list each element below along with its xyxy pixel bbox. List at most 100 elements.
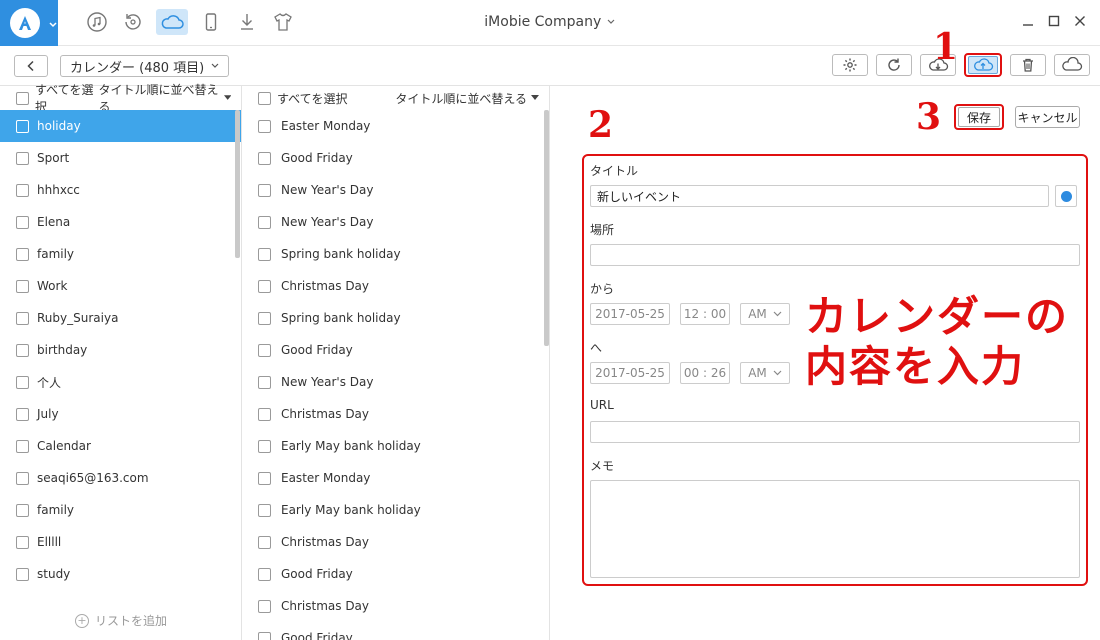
select-all-checkbox[interactable] [16, 91, 29, 105]
event-checkbox[interactable] [258, 151, 271, 165]
calendar-list-item[interactable]: family [0, 238, 241, 270]
event-list-item[interactable]: Spring bank holiday [242, 238, 549, 270]
device-name: iMobie Company [484, 14, 602, 30]
close-button[interactable] [1074, 14, 1086, 28]
calendar-list-item[interactable]: Elllll [0, 526, 241, 558]
memo-textarea[interactable] [590, 480, 1080, 578]
event-list-item[interactable]: New Year's Day [242, 366, 549, 398]
calendar-checkbox[interactable] [16, 151, 29, 165]
event-checkbox[interactable] [258, 215, 271, 229]
event-list-item[interactable]: Easter Monday [242, 462, 549, 494]
calendar-checkbox[interactable] [16, 503, 29, 517]
calendar-checkbox[interactable] [16, 375, 29, 389]
calendar-list-item[interactable]: seaqi65@163.com [0, 462, 241, 494]
calendar-list-item[interactable]: family [0, 494, 241, 526]
calendar-checkbox[interactable] [16, 343, 29, 357]
save-button[interactable]: 保存 [958, 107, 1000, 127]
event-checkbox[interactable] [258, 599, 271, 613]
refresh-button[interactable] [876, 54, 912, 76]
calendar-checkbox[interactable] [16, 439, 29, 453]
calendar-checkbox[interactable] [16, 407, 29, 421]
add-to-icloud-button[interactable] [964, 53, 1002, 77]
event-list-item[interactable]: New Year's Day [242, 206, 549, 238]
calendar-list-scrollbar[interactable] [235, 110, 240, 258]
category-select[interactable]: カレンダー (480 項目) [60, 55, 230, 77]
event-list-item[interactable]: Christmas Day [242, 398, 549, 430]
to-time-input[interactable]: 00 : 26 [680, 362, 730, 384]
calendar-name: holiday [37, 119, 81, 133]
toolbar-actions [832, 53, 1090, 77]
url-input[interactable] [590, 421, 1080, 443]
event-list-item[interactable]: Good Friday [242, 142, 549, 174]
event-list-item[interactable]: Good Friday [242, 622, 549, 640]
from-ampm-select[interactable]: AM [740, 303, 790, 325]
select-all-checkbox[interactable] [258, 91, 271, 105]
calendar-checkbox[interactable] [16, 183, 29, 197]
event-checkbox[interactable] [258, 183, 271, 197]
from-date-input[interactable]: 2017-05-25 [590, 303, 670, 325]
event-checkbox[interactable] [258, 407, 271, 421]
calendar-name: 个人 [37, 375, 62, 390]
add-list-button[interactable]: + リストを追加 [0, 612, 242, 629]
calendar-list-item[interactable]: 个人 [0, 366, 241, 398]
icloud-button[interactable] [1054, 54, 1090, 76]
calendar-checkbox[interactable] [16, 247, 29, 261]
event-checkbox[interactable] [258, 567, 271, 581]
calendar-checkbox[interactable] [16, 279, 29, 293]
event-list-item[interactable]: Christmas Day [242, 270, 549, 302]
event-list-item[interactable]: Christmas Day [242, 526, 549, 558]
event-checkbox[interactable] [258, 311, 271, 325]
calendar-list-item[interactable]: holiday [0, 110, 241, 142]
minimize-button[interactable] [1022, 14, 1034, 28]
calendar-checkbox[interactable] [16, 215, 29, 229]
event-checkbox[interactable] [258, 343, 271, 357]
sort-dropdown[interactable]: タイトル順に並べ替える [395, 90, 539, 107]
calendar-list-item[interactable]: study [0, 558, 241, 590]
event-list-item[interactable]: Christmas Day [242, 590, 549, 622]
event-checkbox[interactable] [258, 631, 271, 640]
calendar-checkbox[interactable] [16, 471, 29, 485]
back-button[interactable] [14, 55, 48, 77]
delete-button[interactable] [1010, 54, 1046, 76]
calendar-list-item[interactable]: hhhxcc [0, 174, 241, 206]
to-ampm-select[interactable]: AM [740, 362, 790, 384]
location-input[interactable] [590, 244, 1080, 266]
calendar-list-item[interactable]: Calendar [0, 430, 241, 462]
title-input[interactable]: 新しいイベント [590, 185, 1049, 207]
calendar-list-item[interactable]: Ruby_Suraiya [0, 302, 241, 334]
event-checkbox[interactable] [258, 535, 271, 549]
event-list-item[interactable]: Early May bank holiday [242, 430, 549, 462]
event-checkbox[interactable] [258, 375, 271, 389]
settings-button[interactable] [832, 54, 868, 76]
calendar-checkbox[interactable] [16, 535, 29, 549]
event-checkbox[interactable] [258, 503, 271, 517]
calendar-list-item[interactable]: Sport [0, 142, 241, 174]
calendar-list-item[interactable]: Elena [0, 206, 241, 238]
calendar-checkbox[interactable] [16, 119, 29, 133]
event-list-scrollbar[interactable] [544, 110, 549, 346]
event-list-item[interactable]: New Year's Day [242, 174, 549, 206]
calendar-checkbox[interactable] [16, 567, 29, 581]
event-list-item[interactable]: Good Friday [242, 334, 549, 366]
calendar-list-item[interactable]: July [0, 398, 241, 430]
event-checkbox[interactable] [258, 279, 271, 293]
event-list-item[interactable]: Spring bank holiday [242, 302, 549, 334]
to-date-input[interactable]: 2017-05-25 [590, 362, 670, 384]
event-list-header: すべてを選択 タイトル順に並べ替える [242, 86, 549, 110]
event-color-picker[interactable] [1055, 185, 1077, 207]
event-checkbox[interactable] [258, 247, 271, 261]
maximize-button[interactable] [1048, 14, 1060, 28]
select-all-events[interactable]: すべてを選択 [258, 90, 347, 107]
calendar-list-item[interactable]: Work [0, 270, 241, 302]
from-time-input[interactable]: 12 : 00 [680, 303, 730, 325]
calendar-checkbox[interactable] [16, 311, 29, 325]
cancel-button[interactable]: キャンセル [1015, 106, 1080, 128]
event-checkbox[interactable] [258, 119, 271, 133]
event-checkbox[interactable] [258, 439, 271, 453]
event-list-item[interactable]: Early May bank holiday [242, 494, 549, 526]
event-list-item[interactable]: Good Friday [242, 558, 549, 590]
event-list-item[interactable]: Easter Monday [242, 110, 549, 142]
calendar-list-item[interactable]: birthday [0, 334, 241, 366]
event-checkbox[interactable] [258, 471, 271, 485]
calendar-name: family [37, 503, 75, 517]
